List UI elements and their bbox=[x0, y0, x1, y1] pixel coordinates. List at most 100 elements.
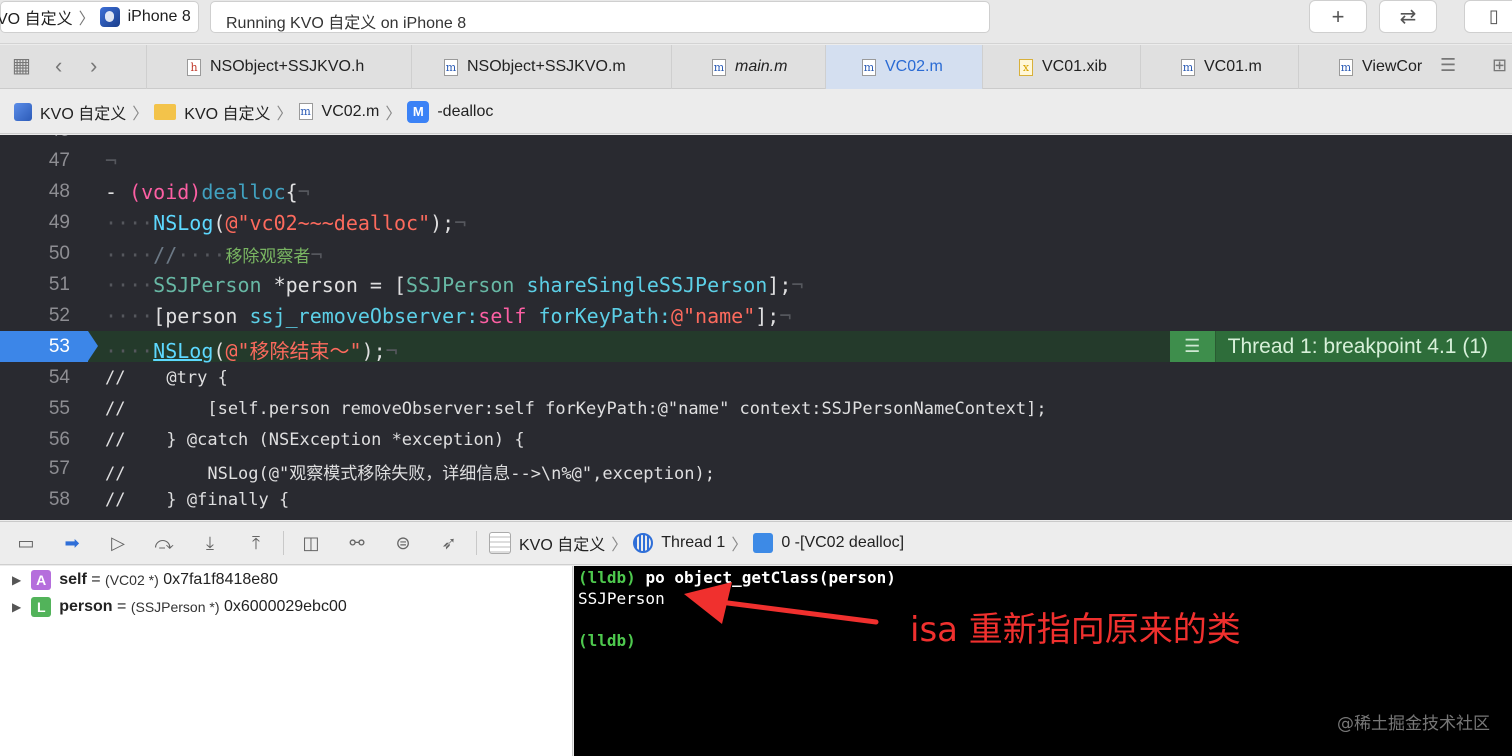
jump-project[interactable]: KVO 自定义 bbox=[40, 100, 126, 124]
m-file-icon: m bbox=[298, 103, 313, 120]
variable-name: self bbox=[59, 571, 87, 588]
jump-method[interactable]: -dealloc bbox=[437, 103, 493, 121]
debug-process[interactable]: KVO 自定义 bbox=[519, 531, 605, 555]
tab-vc02-m[interactable]: m VC02.m bbox=[825, 45, 982, 89]
line-number: 49 bbox=[48, 212, 70, 233]
line-number: 57 bbox=[48, 458, 70, 479]
thread-indicator[interactable]: ☰ Thread 1: breakpoint 4.1 (1) bbox=[1169, 331, 1512, 362]
line-number: 53 bbox=[48, 336, 70, 357]
scheme-name: VO 自定义 bbox=[0, 11, 73, 28]
tab-nsobject-ssjkvo-h[interactable]: h NSObject+SSJKVO.h bbox=[146, 45, 411, 89]
debug-console[interactable]: (lldb) po object_getClass(person) SSJPer… bbox=[574, 566, 1512, 756]
step-over-icon[interactable]: ⤼ bbox=[152, 533, 176, 554]
code-text: // @try { bbox=[105, 368, 228, 388]
tab-main-m[interactable]: m main.m bbox=[671, 45, 825, 89]
line-number: 55 bbox=[48, 398, 70, 419]
debug-thread[interactable]: Thread 1 bbox=[661, 534, 725, 552]
add-editor-icon[interactable]: ⊞ bbox=[1492, 55, 1507, 76]
continue-icon[interactable]: ▷ bbox=[106, 533, 130, 554]
source-editor[interactable]: 46 47 ¬ 48 - (void)dealloc{¬ 49 ····NSLo… bbox=[0, 135, 1512, 520]
m-file-icon: m bbox=[1181, 58, 1195, 76]
scheme-selector[interactable]: VO 自定义 〉 iPhone 8 bbox=[0, 1, 199, 33]
line-number: 48 bbox=[48, 181, 70, 202]
thread-icon bbox=[633, 533, 654, 553]
argument-icon: A bbox=[31, 570, 52, 590]
console-line: SSJPerson bbox=[578, 589, 665, 608]
breakpoints-toggle-icon[interactable]: ➡ bbox=[60, 533, 84, 554]
library-button[interactable]: + bbox=[1309, 0, 1367, 33]
step-into-icon[interactable]: ⤓ bbox=[198, 533, 222, 554]
variable-name: person bbox=[59, 598, 113, 615]
local-icon: L bbox=[31, 597, 52, 617]
process-icon bbox=[489, 532, 511, 554]
divider bbox=[476, 531, 477, 555]
variable-row[interactable]: ▶ L person = (SSJPerson *) 0x6000029ebc0… bbox=[12, 596, 347, 618]
navigator-toggle-button[interactable]: ▯ bbox=[1464, 0, 1512, 33]
m-file-icon: m bbox=[444, 58, 458, 76]
tab-vc01-m[interactable]: m VC01.m bbox=[1140, 45, 1298, 89]
line-number: 56 bbox=[48, 429, 70, 450]
back-arrow-icon[interactable]: ‹ bbox=[55, 53, 62, 79]
environment-overrides-icon[interactable]: ⊜ bbox=[391, 533, 415, 554]
code-line: 57 // NSLog(@"观察模式移除失败，详细信息-->\n%@",exce… bbox=[0, 453, 1512, 484]
m-file-icon: m bbox=[862, 58, 876, 76]
code-text: ····[person ssj_removeObserver:self forK… bbox=[105, 304, 792, 328]
debug-frame[interactable]: 0 -[VC02 dealloc] bbox=[781, 534, 904, 552]
code-text: ····NSLog(@"vc02~~~dealloc");¬ bbox=[105, 211, 467, 235]
forward-arrow-icon[interactable]: › bbox=[90, 53, 97, 79]
disclosure-triangle-icon[interactable]: ▶ bbox=[12, 600, 21, 614]
hide-debug-area-icon[interactable]: ▭ bbox=[14, 533, 38, 554]
jump-group[interactable]: KVO 自定义 bbox=[184, 100, 270, 124]
toolbar: VO 自定义 〉 iPhone 8 Running KVO 自定义 on iPh… bbox=[0, 0, 1512, 44]
activity-view: Running KVO 自定义 on iPhone 8 bbox=[210, 1, 990, 33]
menu-icon[interactable]: ☰ bbox=[1169, 331, 1216, 362]
tab-nsobject-ssjkvo-m[interactable]: m NSObject+SSJKVO.m bbox=[411, 45, 671, 89]
line-number: 47 bbox=[48, 150, 70, 171]
tab-viewcontroller[interactable]: m ViewCor bbox=[1298, 45, 1430, 89]
chevron-right-icon: 〉 bbox=[611, 537, 628, 554]
divider bbox=[283, 531, 284, 555]
view-hierarchy-icon[interactable]: ◫ bbox=[299, 533, 323, 554]
code-review-button[interactable]: ⇄ bbox=[1379, 0, 1437, 33]
jump-file[interactable]: VC02.m bbox=[322, 103, 380, 121]
step-out-icon[interactable]: ⤒ bbox=[244, 533, 268, 554]
code-line: 49 ····NSLog(@"vc02~~~dealloc");¬ bbox=[0, 207, 1512, 238]
xcode-window: VO 自定义 〉 iPhone 8 Running KVO 自定义 on iPh… bbox=[0, 0, 1512, 756]
simulate-location-icon[interactable]: ➶ bbox=[437, 533, 461, 554]
code-line: 54 // @try { bbox=[0, 362, 1512, 393]
tab-label: VC02.m bbox=[885, 58, 943, 75]
variable-row[interactable]: ▶ A self = (VC02 *) 0x7fa1f8418e80 bbox=[12, 569, 278, 591]
tab-vc01-xib[interactable]: x VC01.xib bbox=[982, 45, 1140, 89]
grid-icon[interactable]: ▦ bbox=[12, 53, 31, 78]
disclosure-triangle-icon[interactable]: ▶ bbox=[12, 573, 21, 587]
editor-options-icon[interactable]: ☰ bbox=[1440, 55, 1456, 76]
tab-bar: ▦ ‹ › h NSObject+SSJKVO.h m NSObject+SSJ… bbox=[0, 45, 1512, 89]
code-text: ····SSJPerson *person = [SSJPerson share… bbox=[105, 273, 804, 297]
variable-type: (SSJPerson *) bbox=[130, 599, 220, 615]
code-line: 48 - (void)dealloc{¬ bbox=[0, 176, 1512, 207]
code-text: // NSLog(@"观察模式移除失败，详细信息-->\n%@",excepti… bbox=[105, 464, 715, 484]
code-line: 56 // } @catch (NSException *exception) … bbox=[0, 424, 1512, 455]
line-number: 58 bbox=[48, 489, 70, 510]
sidebar-icon: ▯ bbox=[1489, 6, 1499, 26]
tab-label: VC01.xib bbox=[1042, 58, 1107, 75]
variable-value: 0x6000029ebc00 bbox=[223, 598, 347, 615]
code-text: - (void)dealloc{¬ bbox=[105, 180, 310, 204]
memory-graph-icon[interactable]: ⚯ bbox=[345, 533, 369, 554]
swap-arrows-icon: ⇄ bbox=[1399, 6, 1417, 28]
code-line: 50 ····//····移除观察者¬ bbox=[0, 238, 1512, 269]
chevron-right-icon: 〉 bbox=[78, 11, 95, 28]
activity-text: Running KVO 自定义 on iPhone 8 bbox=[226, 15, 467, 32]
project-icon bbox=[14, 102, 32, 121]
tab-label: ViewCor bbox=[1362, 58, 1423, 75]
line-number: 54 bbox=[48, 367, 70, 388]
code-line: 58 // } @finally { bbox=[0, 484, 1512, 515]
code-text: // [self.person removeObserver:self forK… bbox=[105, 399, 1047, 419]
thread-badge-text: Thread 1: breakpoint 4.1 (1) bbox=[1227, 334, 1488, 358]
console-line: (lldb) bbox=[578, 631, 636, 650]
code-line: 51 ····SSJPerson *person = [SSJPerson sh… bbox=[0, 269, 1512, 300]
red-arrow-icon bbox=[684, 582, 879, 625]
header-file-icon: h bbox=[187, 58, 201, 76]
variable-type: (VC02 *) bbox=[105, 572, 159, 588]
chevron-right-icon: 〉 bbox=[132, 105, 149, 123]
